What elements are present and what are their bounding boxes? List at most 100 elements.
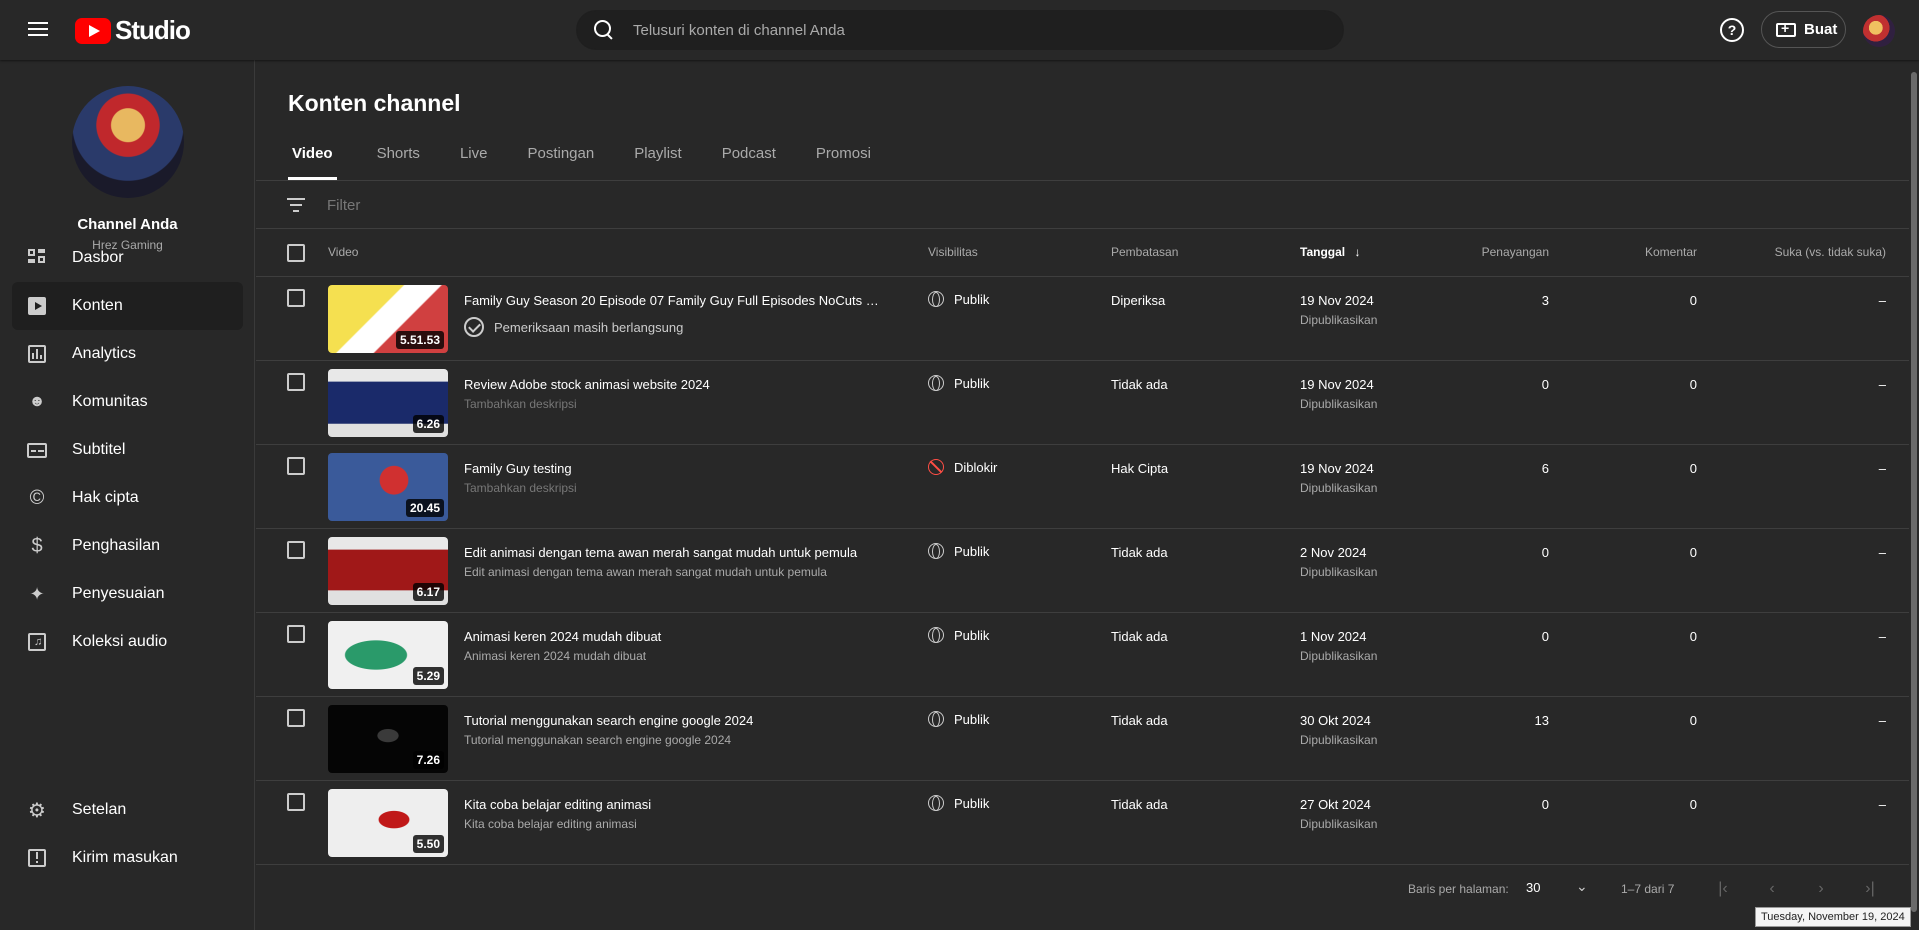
row-checkbox[interactable] (287, 289, 305, 307)
col-visibility[interactable]: Visibilitas (928, 245, 978, 259)
content-tabs: Video Shorts Live Postingan Playlist Pod… (288, 140, 911, 180)
table-row[interactable]: 6.26 Review Adobe stock animasi website … (256, 360, 1909, 444)
channel-name: Channel Anda (77, 216, 178, 233)
studio-logo[interactable]: Studio (75, 15, 191, 46)
row-checkbox[interactable] (287, 625, 305, 643)
filter-bar[interactable]: Filter (256, 181, 1909, 229)
video-description[interactable]: Tutorial menggunakan search engine googl… (464, 733, 731, 747)
video-thumbnail[interactable]: 5.29 (328, 621, 448, 689)
row-checkbox[interactable] (287, 793, 305, 811)
visibility-cell[interactable]: Publik (928, 795, 989, 811)
video-description[interactable]: Tambahkan deskripsi (464, 397, 577, 411)
col-date[interactable]: Tanggal ↓ (1300, 245, 1360, 259)
audio-library-icon: ♫ (26, 631, 48, 653)
table-row[interactable]: 20.45 Family Guy testing Tambahkan deskr… (256, 444, 1909, 528)
video-title[interactable]: Review Adobe stock animasi website 2024 (464, 377, 884, 392)
row-checkbox[interactable] (287, 709, 305, 727)
row-checkbox[interactable] (287, 457, 305, 475)
video-title[interactable]: Kita coba belajar editing animasi (464, 797, 884, 812)
col-comments[interactable]: Komentar (1556, 245, 1697, 259)
search-icon[interactable] (593, 19, 615, 41)
visibility-cell[interactable]: Publik (928, 375, 989, 391)
visibility-cell[interactable]: Diblokir (928, 459, 997, 475)
help-icon[interactable]: ? (1720, 18, 1744, 42)
row-checkbox[interactable] (287, 373, 305, 391)
sidebar-item-label: Subtitel (72, 441, 126, 458)
video-title[interactable]: Family Guy Season 20 Episode 07 Family G… (464, 293, 884, 308)
create-button[interactable]: Buat (1761, 11, 1846, 48)
row-checkbox[interactable] (287, 541, 305, 559)
sidebar-item-dasbor[interactable]: Dasbor (12, 234, 243, 282)
sidebar-item-hak-cipta[interactable]: © Hak cipta (12, 474, 243, 522)
video-thumbnail[interactable]: 5.50 (328, 789, 448, 857)
video-description[interactable]: Animasi keren 2024 mudah dibuat (464, 649, 646, 663)
sidebar-item-penyesuaian[interactable]: ✦ Penyesuaian (12, 570, 243, 618)
col-views[interactable]: Penayangan (1441, 245, 1549, 259)
video-thumbnail[interactable]: 6.26 (328, 369, 448, 437)
video-thumbnail[interactable]: 7.26 (328, 705, 448, 773)
video-thumbnail[interactable]: 5.51.53 (328, 285, 448, 353)
tab-promosi[interactable]: Promosi (816, 140, 871, 180)
previous-page-icon[interactable]: ‹ (1762, 880, 1782, 900)
sidebar: Channel Anda Hrez Gaming Dasbor Konten A… (0, 60, 255, 930)
comments-cell: 0 (1689, 629, 1697, 644)
filter-input[interactable]: Filter (327, 197, 360, 214)
table-row[interactable]: 7.26 Tutorial menggunakan search engine … (256, 696, 1909, 780)
menu-icon[interactable] (24, 18, 52, 40)
tab-video[interactable]: Video (288, 140, 337, 180)
video-title[interactable]: Animasi keren 2024 mudah dibuat (464, 629, 884, 644)
tab-playlist[interactable]: Playlist (634, 140, 682, 180)
globe-icon (928, 291, 944, 307)
check-circle-icon (464, 317, 484, 337)
restriction-cell: Tidak ada (1111, 545, 1168, 560)
sidebar-item-koleksi-audio[interactable]: ♫ Koleksi audio (12, 618, 243, 666)
community-icon: ☻ (28, 393, 46, 410)
visibility-cell[interactable]: Publik (928, 627, 989, 643)
search-bar[interactable] (576, 10, 1344, 50)
visibility-cell[interactable]: Publik (928, 291, 989, 307)
video-thumbnail[interactable]: 6.17 (328, 537, 448, 605)
table-row[interactable]: 5.29 Animasi keren 2024 mudah dibuat Ani… (256, 612, 1909, 696)
sidebar-item-komunitas[interactable]: ☻ Komunitas (12, 378, 243, 426)
globe-icon (928, 375, 944, 391)
video-title[interactable]: Family Guy testing (464, 461, 884, 476)
video-thumbnail[interactable]: 20.45 (328, 453, 448, 521)
sidebar-item-analytics[interactable]: Analytics (12, 330, 243, 378)
table-row[interactable]: 5.50 Kita coba belajar editing animasi K… (256, 780, 1909, 864)
table-row[interactable]: 5.51.53 Family Guy Season 20 Episode 07 … (256, 276, 1909, 360)
visibility-cell[interactable]: Publik (928, 543, 989, 559)
video-title[interactable]: Edit animasi dengan tema awan merah sang… (464, 545, 884, 560)
next-page-icon[interactable]: › (1811, 880, 1831, 900)
sidebar-item-penghasilan[interactable]: $ Penghasilan (12, 522, 243, 570)
sidebar-item-kirim-masukan[interactable]: Kirim masukan (12, 834, 243, 882)
select-all-checkbox[interactable] (287, 244, 305, 262)
scrollbar-thumb[interactable] (1911, 72, 1917, 912)
tab-postingan[interactable]: Postingan (527, 140, 594, 180)
video-description[interactable]: Tambahkan deskripsi (464, 481, 577, 495)
scrollbar[interactable] (1909, 60, 1919, 930)
filter-icon[interactable] (287, 198, 305, 212)
search-input[interactable] (633, 21, 1233, 39)
restriction-cell[interactable]: Hak Cipta (1111, 461, 1168, 476)
tab-live[interactable]: Live (460, 140, 488, 180)
tab-shorts[interactable]: Shorts (377, 140, 420, 180)
visibility-cell[interactable]: Publik (928, 711, 989, 727)
channel-avatar[interactable] (72, 86, 184, 198)
sidebar-item-subtitel[interactable]: Subtitel (12, 426, 243, 474)
publish-status: Dipublikasikan (1300, 313, 1378, 327)
comments-cell: 0 (1689, 545, 1697, 560)
sidebar-item-setelan[interactable]: ⚙ Setelan (12, 786, 243, 834)
col-likes[interactable]: Suka (vs. tidak suka) (1706, 245, 1886, 259)
video-description[interactable]: Edit animasi dengan tema awan merah sang… (464, 565, 827, 579)
rows-per-page-select[interactable]: 30 ⌄ (1526, 878, 1588, 900)
last-page-icon[interactable]: ›| (1860, 880, 1880, 900)
video-title[interactable]: Tutorial menggunakan search engine googl… (464, 713, 884, 728)
account-avatar[interactable] (1863, 15, 1895, 47)
first-page-icon[interactable]: |‹ (1713, 880, 1733, 900)
video-description[interactable]: Kita coba belajar editing animasi (464, 817, 637, 831)
col-restrictions[interactable]: Pembatasan (1111, 245, 1178, 259)
sidebar-item-konten[interactable]: Konten (12, 282, 243, 330)
tab-podcast[interactable]: Podcast (722, 140, 776, 180)
table-row[interactable]: 6.17 Edit animasi dengan tema awan merah… (256, 528, 1909, 612)
globe-icon (928, 795, 944, 811)
